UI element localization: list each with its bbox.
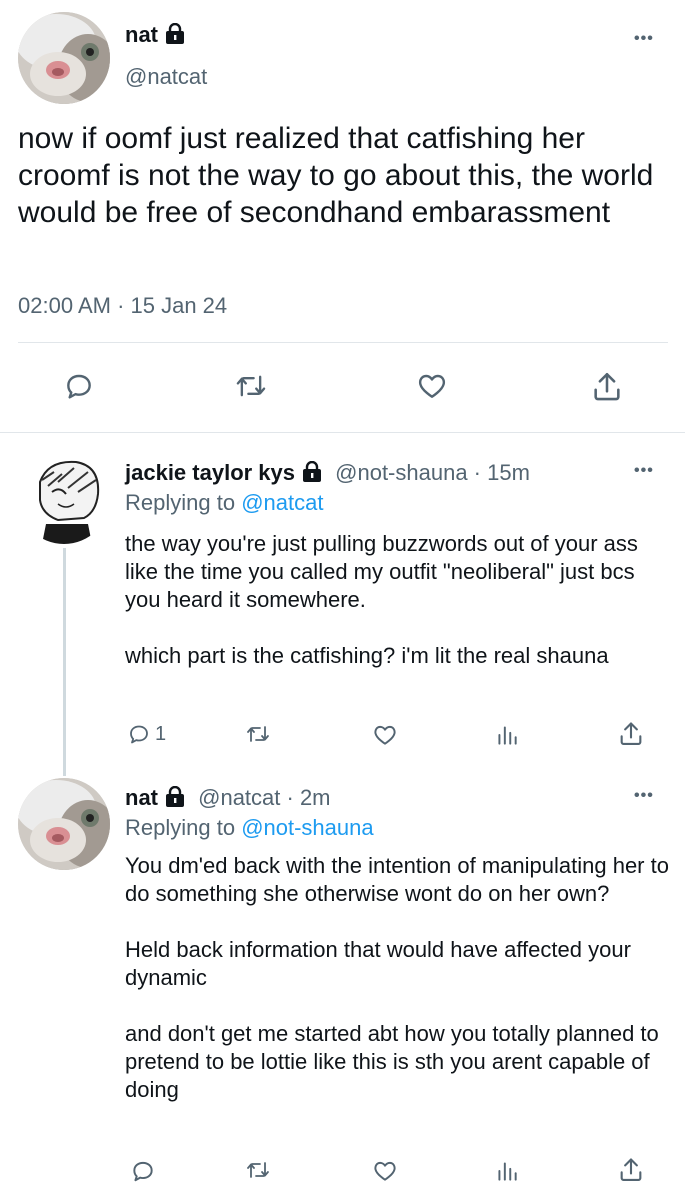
- reply-paragraph: which part is the catfishing? i'm lit th…: [125, 643, 609, 668]
- reply-paragraph: Held back information that would have af…: [125, 937, 631, 990]
- like-icon: [374, 725, 396, 745]
- reply-icon: [133, 1161, 153, 1182]
- avatar[interactable]: [18, 778, 110, 870]
- replying-to: Replying to @not-shauna: [125, 815, 374, 840]
- reply-button[interactable]: 1: [127, 722, 166, 746]
- share-icon: [594, 372, 620, 401]
- reply-icon: [67, 374, 91, 399]
- share-button[interactable]: [617, 720, 645, 748]
- reply-paragraph: and don't get me started abt how you tot…: [125, 1021, 659, 1102]
- divider: [18, 342, 668, 343]
- analytics-icon: [498, 726, 517, 745]
- author-handle[interactable]: @natcat: [125, 64, 207, 90]
- retweet-icon: [247, 726, 269, 742]
- thread-line: [63, 548, 66, 776]
- retweet-icon: [247, 1162, 269, 1178]
- share-button[interactable]: [617, 1156, 645, 1184]
- reply-icon: [130, 725, 148, 744]
- tweet-text: now if oomf just realized that catfishin…: [18, 122, 654, 229]
- more-options-icon[interactable]: •••: [634, 787, 654, 805]
- like-icon: [418, 374, 446, 398]
- lock-icon: [164, 22, 186, 51]
- author-name[interactable]: nat: [125, 22, 186, 51]
- replying-to: Replying to @natcat: [125, 490, 324, 515]
- like-button[interactable]: [371, 722, 399, 748]
- reply-text: the way you're just pulling buzzwords ou…: [125, 530, 670, 670]
- reply-header[interactable]: nat @natcat · 2m: [125, 785, 331, 814]
- like-button[interactable]: [415, 370, 449, 402]
- reply-count: 1: [155, 722, 167, 745]
- reply-paragraph: You dm'ed back with the intention of man…: [125, 853, 669, 906]
- like-icon: [374, 1161, 396, 1181]
- reply-paragraph: the way you're just pulling buzzwords ou…: [125, 531, 638, 612]
- anime-avatar-image: [18, 452, 110, 544]
- reply-text: You dm'ed back with the intention of man…: [125, 852, 670, 1104]
- mention-link[interactable]: @natcat: [241, 490, 323, 515]
- author-handle[interactable]: @not-shauna · 15m: [335, 460, 530, 485]
- author-handle[interactable]: @natcat · 2m: [198, 785, 330, 810]
- cat-avatar-image: [18, 778, 110, 870]
- cat-avatar-image: [18, 12, 110, 104]
- share-icon: [620, 722, 642, 745]
- retweet-icon: [236, 375, 266, 397]
- share-button[interactable]: [590, 370, 624, 404]
- author-name[interactable]: nat: [125, 785, 158, 810]
- reply-header[interactable]: jackie taylor kys @not-shauna · 15m: [125, 460, 530, 489]
- share-icon: [620, 1158, 642, 1181]
- analytics-icon: [498, 1162, 517, 1181]
- retweet-button[interactable]: [234, 370, 268, 402]
- retweet-button[interactable]: [244, 1158, 272, 1182]
- avatar[interactable]: [18, 452, 110, 544]
- retweet-button[interactable]: [244, 722, 272, 746]
- analytics-button[interactable]: [494, 1158, 520, 1184]
- lock-icon: [301, 460, 323, 489]
- lock-icon: [164, 785, 186, 814]
- avatar[interactable]: [18, 12, 110, 104]
- divider: [0, 432, 685, 433]
- analytics-button[interactable]: [494, 722, 520, 748]
- author-name[interactable]: jackie taylor kys: [125, 460, 295, 485]
- more-options-icon[interactable]: •••: [634, 462, 654, 480]
- reply-button[interactable]: [130, 1158, 156, 1184]
- reply-button[interactable]: [63, 370, 95, 402]
- more-options-icon[interactable]: •••: [634, 30, 654, 48]
- mention-link[interactable]: @not-shauna: [241, 815, 373, 840]
- tweet-timestamp[interactable]: 02:00 AM · 15 Jan 24: [18, 293, 227, 319]
- like-button[interactable]: [371, 1158, 399, 1184]
